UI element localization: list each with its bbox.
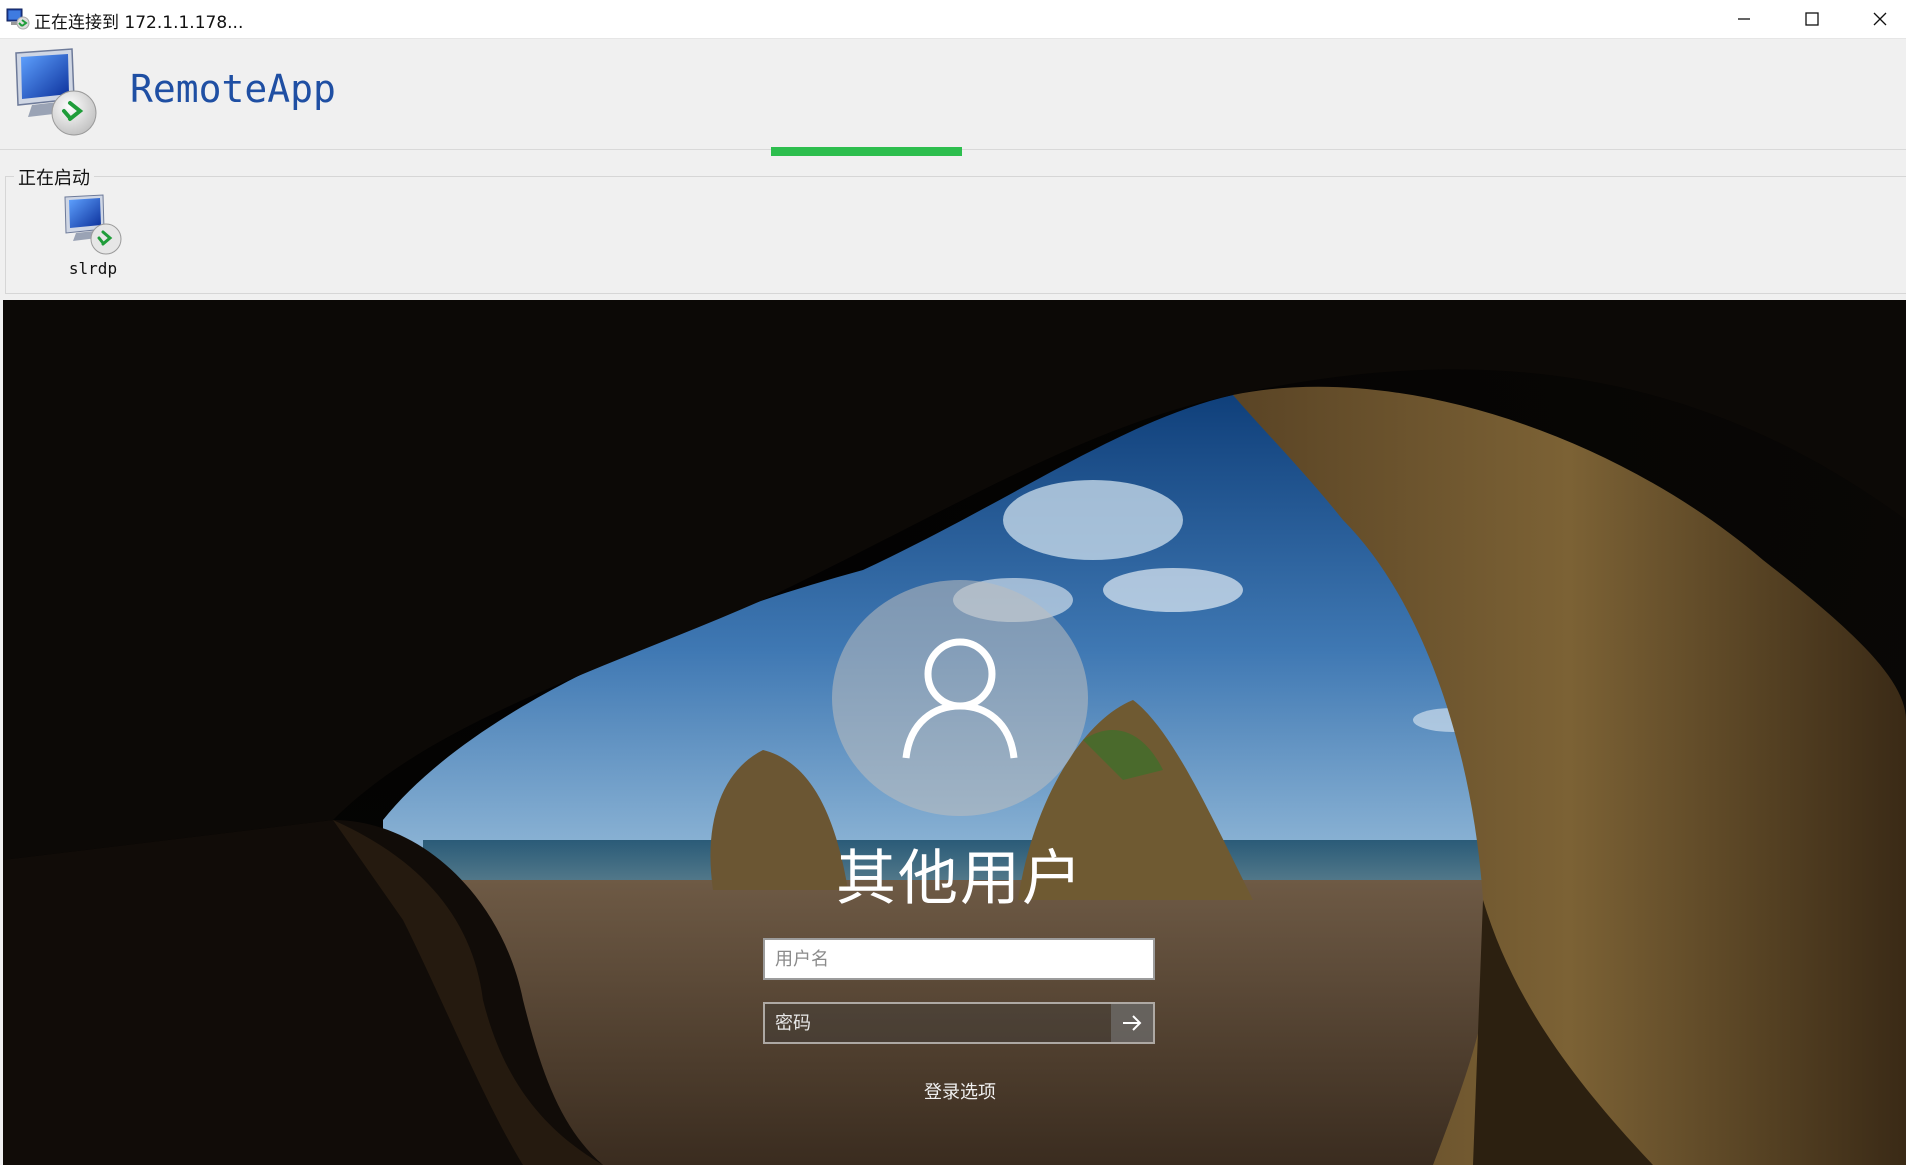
sign-in-options-link[interactable]: 登录选项 — [863, 1078, 1057, 1104]
remote-desktop-icon — [6, 8, 30, 30]
user-avatar — [832, 580, 1088, 816]
startup-group: 正在启动 slrdp — [5, 164, 1906, 294]
user-icon — [902, 638, 1018, 759]
password-input[interactable] — [765, 1004, 1113, 1042]
minimize-icon — [1738, 18, 1750, 20]
remote-desktop-icon — [64, 194, 122, 255]
startup-item-slrdp[interactable]: slrdp — [58, 193, 128, 278]
startup-group-label: 正在启动 — [14, 164, 94, 190]
close-button[interactable] — [1846, 0, 1906, 38]
maximize-icon — [1805, 12, 1819, 26]
remote-session-view[interactable]: 其他用户 登录选项 — [3, 300, 1906, 1165]
close-icon — [1873, 12, 1887, 26]
submit-button[interactable] — [1111, 1004, 1153, 1042]
startup-item-label: slrdp — [68, 259, 118, 278]
remoteapp-header: RemoteApp — [0, 39, 1906, 150]
maximize-button[interactable] — [1778, 0, 1846, 38]
arrow-right-icon — [1123, 1015, 1142, 1031]
title-bar[interactable]: 正在连接到 172.1.1.178... — [0, 0, 1906, 39]
window-title: 正在连接到 172.1.1.178... — [34, 13, 244, 33]
connection-progress-bar — [771, 147, 962, 156]
user-display-name: 其他用户 — [836, 844, 1084, 914]
minimize-button[interactable] — [1710, 0, 1778, 38]
remote-desktop-icon — [15, 48, 97, 136]
password-field-group — [763, 1002, 1155, 1044]
product-name: RemoteApp — [130, 67, 336, 111]
username-input[interactable] — [763, 938, 1155, 980]
